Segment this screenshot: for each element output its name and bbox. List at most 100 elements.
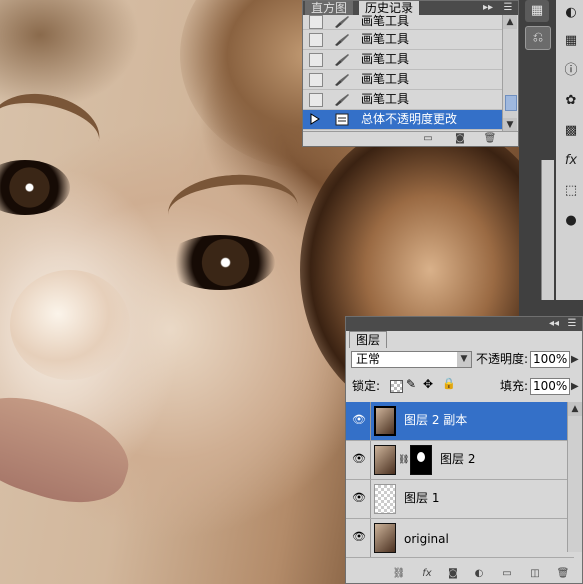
history-state-pointer-icon — [309, 113, 321, 125]
history-row-label: 画笔工具 — [361, 52, 410, 66]
navigator-icon[interactable]: ▦ — [525, 0, 549, 22]
layer-name: 图层 2 副本 — [404, 413, 468, 427]
eye-icon[interactable]: 👁 — [352, 492, 366, 504]
brush-icon — [333, 14, 351, 29]
opacity-label: 不透明度: — [476, 352, 529, 366]
link-icon[interactable]: ⛓ — [392, 568, 406, 580]
eye-left — [0, 160, 70, 215]
transform-icon[interactable]: ⬚ — [562, 182, 580, 200]
adjustment-icon[interactable]: ◐ — [472, 568, 486, 580]
eye-icon[interactable]: 👁 — [352, 531, 366, 543]
snapshot-source-checkbox[interactable] — [309, 33, 323, 47]
chevron-down-icon: ▼ — [457, 352, 471, 367]
snapshot-source-checkbox[interactable] — [309, 73, 323, 87]
panel-menu-icon[interactable]: ☰ — [564, 317, 580, 331]
blend-mode-select[interactable]: 正常 ▼ — [351, 351, 472, 368]
layer-mask-thumbnail[interactable] — [410, 445, 432, 475]
divider — [370, 402, 371, 440]
fill-arrow-icon[interactable]: ▶ — [571, 378, 581, 395]
history-scrollbar[interactable]: ▲ ▼ — [502, 15, 517, 132]
grid-icon[interactable]: ▩ — [562, 122, 580, 140]
chain-link-icon[interactable]: ⛓ — [398, 455, 409, 465]
history-footer: ▭ ◙ 🗑 — [303, 131, 518, 146]
canvas-scrollbar[interactable] — [541, 160, 554, 300]
layer-row[interactable]: 👁 original — [346, 519, 574, 558]
history-row-label: 总体不透明度更改 — [361, 112, 458, 126]
eye-icon[interactable]: 👁 — [352, 414, 366, 426]
layer-opacity-icon — [333, 112, 351, 127]
snapshot-source-checkbox[interactable] — [309, 93, 323, 107]
brush-icon — [333, 92, 351, 107]
layer-name: 图层 2 — [440, 452, 476, 466]
layers-tabbar: ◂◂ ☰ — [346, 317, 582, 331]
brush-icon — [333, 52, 351, 67]
history-dock-icon[interactable]: ⎌ — [525, 26, 551, 50]
collapse-icon[interactable]: ◂◂ — [546, 317, 562, 331]
opacity-arrow-icon[interactable]: ▶ — [571, 351, 581, 368]
nose-shadow — [10, 270, 130, 380]
info-icon[interactable]: ⓘ — [562, 62, 580, 80]
divider — [370, 519, 371, 557]
history-panel: 直方图 历史记录 ▸▸ ☰ 画笔工具 画笔工具 画笔工具 画笔工具 画笔工具 总… — [302, 0, 519, 147]
fill-label: 填充: — [500, 379, 529, 393]
trash-icon[interactable]: 🗑 — [556, 568, 570, 580]
history-row[interactable]: 画笔工具 — [303, 12, 504, 30]
scroll-up-icon[interactable]: ▲ — [568, 402, 582, 416]
hair-left — [0, 0, 140, 110]
layer-row[interactable]: 👁 ⛓ 图层 2 — [346, 441, 574, 480]
layer-row-selected[interactable]: 👁 图层 2 副本 — [346, 402, 574, 441]
snapshot-icon[interactable]: ◙ — [453, 133, 467, 145]
styles-icon[interactable]: ✿ — [562, 92, 580, 110]
fx-icon[interactable]: fx — [562, 152, 580, 170]
history-row[interactable]: 画笔工具 — [303, 90, 504, 110]
layers-panel: ◂◂ ☰ 图层 正常 ▼ 不透明度: 100% ▶ 锁定: ✎ ✥ 🔒 填充: … — [345, 316, 583, 584]
new-document-icon[interactable]: ▭ — [421, 133, 435, 145]
lock-transparent-icon[interactable] — [390, 380, 403, 393]
history-row-label: 画笔工具 — [361, 72, 410, 86]
scroll-up-icon[interactable]: ▲ — [503, 15, 517, 29]
tab-layers[interactable]: 图层 — [349, 331, 388, 348]
brush-icon — [333, 32, 351, 47]
history-row-label: 画笔工具 — [361, 32, 410, 46]
layers-scrollbar[interactable]: ▲ — [567, 402, 582, 552]
layer-thumbnail — [374, 523, 396, 553]
scroll-thumb[interactable] — [505, 95, 517, 111]
fill-input[interactable]: 100% — [530, 378, 570, 395]
divider — [370, 441, 371, 479]
lock-position-icon[interactable]: ✥ — [423, 377, 433, 391]
divider — [370, 480, 371, 518]
history-row-selected[interactable]: 总体不透明度更改 — [303, 110, 504, 130]
layer-thumbnail — [374, 445, 396, 475]
history-row[interactable]: 画笔工具 — [303, 50, 504, 70]
mask-shape — [417, 452, 425, 462]
blend-mode-value: 正常 — [356, 352, 381, 366]
new-layer-icon[interactable]: ◫ — [528, 568, 542, 580]
fx-icon[interactable]: fx — [420, 568, 434, 580]
history-row[interactable]: 画笔工具 — [303, 70, 504, 90]
eye-icon[interactable]: 👁 — [352, 453, 366, 465]
lock-all-icon[interactable]: 🔒 — [442, 377, 456, 390]
layer-row[interactable]: 👁 图层 1 — [346, 480, 574, 519]
color-icon[interactable]: ◐ — [562, 4, 580, 22]
layers-footer: ⛓ fx ◙ ◐ ▭ ◫ 🗑 — [346, 567, 582, 583]
history-row-label: 画笔工具 — [361, 92, 410, 106]
lips — [0, 380, 140, 520]
brush-icon — [333, 72, 351, 87]
swatches-icon[interactable]: ▦ — [562, 32, 580, 50]
folder-icon[interactable]: ▭ — [500, 568, 514, 580]
snapshot-source-checkbox[interactable] — [309, 53, 323, 67]
eye-right — [165, 235, 275, 290]
layer-name: original — [404, 532, 449, 546]
layer-name: 图层 1 — [404, 491, 440, 505]
snapshot-source-checkbox[interactable] — [309, 15, 323, 29]
history-row[interactable]: 画笔工具 — [303, 30, 504, 50]
channels-icon[interactable]: ● — [562, 212, 580, 230]
mask-icon[interactable]: ◙ — [446, 568, 460, 580]
lock-label: 锁定: — [352, 379, 381, 393]
layer-thumbnail — [374, 406, 396, 436]
opacity-input[interactable]: 100% — [530, 351, 570, 368]
trash-icon[interactable]: 🗑 — [483, 133, 497, 145]
lock-pixels-icon[interactable]: ✎ — [406, 377, 416, 391]
layer-thumbnail — [374, 484, 396, 514]
scroll-down-icon[interactable]: ▼ — [503, 118, 517, 132]
